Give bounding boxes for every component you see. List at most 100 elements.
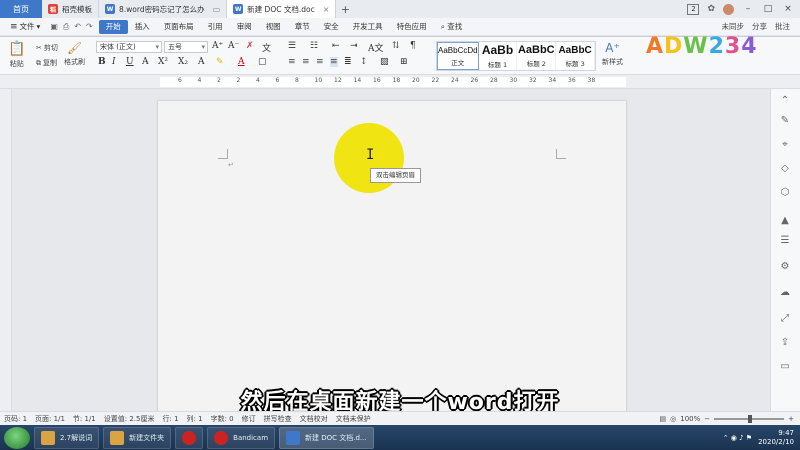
style-normal[interactable]: AaBbCcDd 正文 [437, 42, 479, 70]
taskbar-item[interactable]: 新建 DOC 文档.d... [279, 426, 374, 449]
menu-insert[interactable]: 插入 [128, 20, 157, 34]
menu-security[interactable]: 安全 [317, 20, 346, 34]
copy-button[interactable]: ⧉ 复制 [36, 58, 57, 68]
menu-review[interactable]: 审阅 [230, 20, 259, 34]
menu-developer[interactable]: 开发工具 [346, 20, 390, 34]
zoom-knob[interactable] [748, 414, 753, 423]
highlight-icon[interactable]: ✎ [216, 57, 224, 67]
style-heading-2[interactable]: AaBbC 标题 2 [517, 42, 557, 70]
subscript-icon[interactable]: X₂ [178, 57, 188, 67]
shapes-icon[interactable]: ◇ [779, 163, 791, 175]
increase-indent-icon[interactable]: ⇥ [350, 41, 358, 51]
start-button[interactable] [4, 426, 30, 449]
status-proofread[interactable]: 文档校对 [300, 414, 328, 424]
style-heading-3[interactable]: AaBbC 标题 3 [556, 42, 596, 70]
sync-status[interactable]: 未同步 [722, 21, 745, 32]
zoom-out-icon[interactable]: − [704, 415, 710, 423]
settings-sliders-icon[interactable]: ☰ [779, 235, 791, 247]
clear-format-icon[interactable]: ✗ [246, 41, 254, 51]
page-icon[interactable]: ▭ [779, 361, 791, 373]
shading-icon[interactable]: ▨ [380, 57, 389, 67]
close-tab-icon[interactable]: × [323, 5, 330, 14]
status-spell[interactable]: 拼写检查 [264, 414, 292, 424]
italic-icon[interactable]: I [112, 57, 116, 67]
adjust-icon[interactable]: ⚙ [779, 261, 791, 273]
new-style-button[interactable]: A⁺ 新样式 [602, 41, 623, 67]
skin-icon[interactable]: ✿ [707, 4, 715, 14]
save-icon[interactable]: ▣ [50, 22, 58, 32]
taskbar-item[interactable]: 新建文件夹 [103, 426, 172, 449]
menu-search[interactable]: ⌕ 查找 [434, 20, 470, 34]
format-painter-button[interactable]: 🖌 格式刷 [64, 41, 85, 67]
menu-view[interactable]: 视图 [259, 20, 288, 34]
borders-icon[interactable]: ⊞ [400, 57, 408, 67]
chevron-up-icon[interactable]: ⌃ [779, 95, 791, 107]
view-mode-icon[interactable]: ▤ [660, 415, 667, 423]
taskbar-item[interactable]: 2.7解说词 [34, 426, 100, 449]
location-icon[interactable]: ⌖ [779, 139, 791, 151]
vertical-ruler[interactable] [0, 89, 12, 411]
phonetic-icon[interactable]: 文 [262, 41, 271, 54]
bold-icon[interactable]: B [98, 57, 106, 67]
bullet-list-icon[interactable]: ☰ [288, 41, 296, 51]
minimize-icon[interactable]: – [742, 4, 754, 14]
line-spacing-icon[interactable]: ↕ [360, 57, 368, 67]
menu-special[interactable]: 特色应用 [390, 20, 434, 34]
screen-icon[interactable]: ▭ [213, 5, 221, 14]
redo-icon[interactable]: ↷ [86, 22, 93, 32]
font-color-icon[interactable]: A [238, 57, 245, 67]
char-border-icon[interactable]: ▢ [258, 57, 267, 67]
status-settings[interactable]: 设置值: 2.5厘米 [104, 414, 155, 424]
tray-icons[interactable]: ⌃ ◉ ♪ ⚑ [723, 434, 752, 442]
menu-references[interactable]: 引用 [201, 20, 230, 34]
underline-icon[interactable]: U [126, 57, 134, 67]
text-effect-icon[interactable]: A [198, 57, 205, 67]
grow-font-icon[interactable]: A⁺ [212, 41, 223, 51]
status-pages[interactable]: 页面: 1/1 [35, 414, 65, 424]
zoom-in-icon[interactable]: + [788, 415, 794, 423]
superscript-icon[interactable]: X² [158, 57, 168, 67]
close-window-icon[interactable]: × [782, 4, 794, 14]
sort-icon[interactable]: ⇅ [392, 41, 400, 51]
cloud-icon[interactable]: ☁ [779, 287, 791, 299]
horizontal-ruler[interactable]: 6 4 2 2 4 6 8 10 12 14 16 18 20 22 24 26 28 30 32 34 36 38 [0, 75, 800, 89]
cut-button[interactable]: ✂ 剪切 [36, 43, 58, 53]
undo-icon[interactable]: ↶ [74, 22, 81, 32]
menu-page-layout[interactable]: 页面布局 [157, 20, 201, 34]
menu-home[interactable]: 开始 [98, 19, 128, 34]
file-menu[interactable]: ≡ 文件 ▾ [6, 21, 44, 32]
status-page-number[interactable]: 页码: 1 [4, 414, 27, 424]
menu-chapter[interactable]: 章节 [288, 20, 317, 34]
align-left-icon[interactable]: ≡ [288, 57, 296, 67]
align-center-icon[interactable]: ≡ [302, 57, 310, 67]
tab-word-password-doc[interactable]: W 8.word密码忘记了怎么办 ▭ [99, 0, 228, 18]
status-section[interactable]: 节: 1/1 [73, 414, 96, 424]
status-protection[interactable]: 文档未保护 [336, 414, 371, 424]
avatar[interactable] [723, 3, 734, 15]
zoom-value[interactable]: 100% [680, 415, 700, 423]
taskbar-item[interactable]: Bandicam [207, 426, 276, 449]
plugin-icon[interactable]: ⬡ [779, 187, 791, 199]
style-heading-1[interactable]: AaBb 标题 1 [479, 42, 518, 70]
status-words[interactable]: 字数: 0 [211, 414, 234, 424]
strikethrough-icon[interactable]: A̶ [142, 57, 149, 67]
tab-daoke-templates[interactable]: 稻 稻壳模板 [42, 0, 99, 18]
chinese-layout-icon[interactable]: A文 [368, 41, 384, 54]
format-icon[interactable]: ✎ [779, 115, 791, 127]
font-size-select[interactable]: 五号 [164, 41, 208, 53]
decrease-indent-icon[interactable]: ⇤ [332, 41, 340, 51]
new-tab-button[interactable]: + [336, 0, 354, 18]
comment-button[interactable]: 批注 [775, 21, 790, 32]
print-icon[interactable]: ⎙ [63, 22, 69, 32]
zoom-slider[interactable] [714, 414, 785, 423]
status-revise[interactable]: 修订 [242, 414, 256, 424]
paste-button[interactable]: 📋 粘贴 [8, 41, 25, 69]
tab-new-doc[interactable]: W 新建 DOC 文档.doc × [227, 0, 337, 18]
maximize-icon[interactable]: □ [762, 4, 774, 14]
align-right-icon[interactable]: ≡ [316, 57, 324, 67]
resize-icon[interactable]: ⤢ [779, 313, 791, 325]
document-area[interactable]: ↵ I 双击编辑页眉 [12, 89, 770, 411]
window-count-badge[interactable]: 2 [687, 3, 700, 15]
show-marks-icon[interactable]: ¶ [410, 41, 416, 51]
tab-home[interactable]: 首页 [0, 0, 42, 18]
